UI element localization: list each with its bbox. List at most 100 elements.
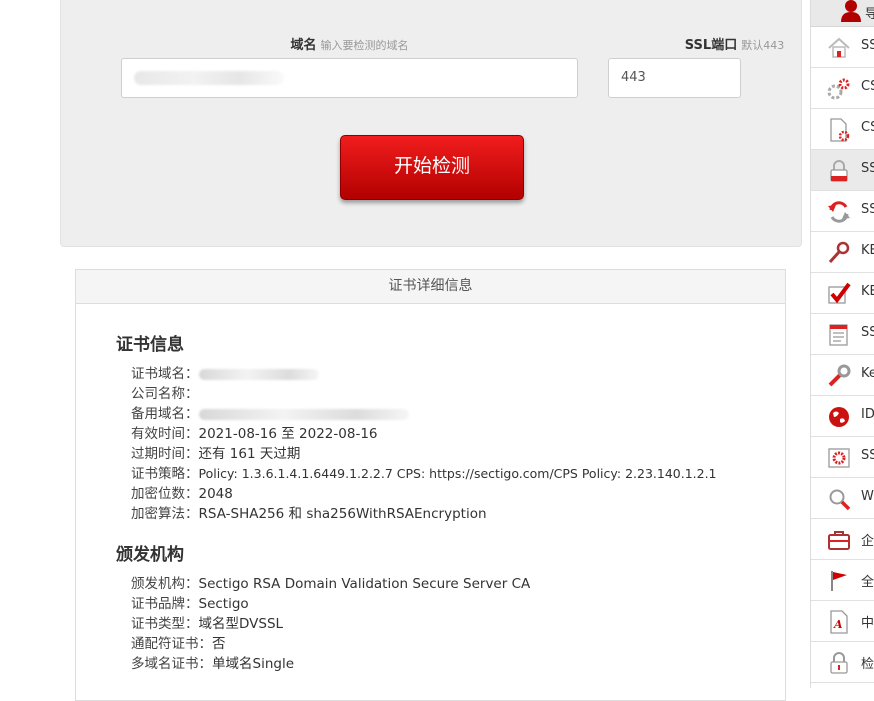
lock-icon: [830, 160, 848, 182]
briefcase-icon: [828, 531, 850, 550]
sidebar-item-3[interactable]: SS: [811, 150, 874, 191]
row-key: 过期时间：: [131, 446, 199, 462]
row-value: 否: [212, 636, 226, 652]
row-key: 证书品牌：: [131, 596, 199, 612]
row-value: 还有 161 天过期: [198, 446, 301, 462]
document-gear-icon: [830, 118, 850, 142]
row-key: 颁发机构：: [131, 576, 199, 592]
cert-row-algorithm: 加密算法：RSA-SHA256 和 sha256WithRSAEncryptio…: [131, 504, 717, 524]
row-value: Sectigo: [198, 596, 249, 612]
sidebar-item-label: SS: [861, 38, 874, 53]
sidebar-item-14[interactable]: A 中: [811, 601, 874, 642]
ssl-check-form: 域名 输入要检测的域名 SSL端口 默认443 443 开始检测: [60, 0, 802, 247]
sidebar-item-label: 全: [861, 575, 874, 590]
domain-input[interactable]: [121, 58, 578, 98]
sidebar-item-15[interactable]: 检: [811, 642, 874, 683]
row-key: 公司名称：: [131, 386, 199, 402]
sidebar-item-12[interactable]: 企: [811, 519, 874, 560]
sidebar-item-label: SS: [861, 202, 874, 217]
font-doc-icon: A: [830, 610, 848, 634]
row-key: 有效时间：: [131, 426, 199, 442]
domain-hint: 输入要检测的域名: [320, 39, 409, 52]
sidebar-item-5[interactable]: KE: [811, 232, 874, 273]
row-key: 加密算法：: [131, 506, 199, 522]
cert-row-company: 公司名称：: [131, 384, 717, 404]
sidebar-item-2[interactable]: CS: [811, 109, 874, 150]
issuer-info-list: 颁发机构：Sectigo RSA Domain Validation Secur…: [131, 574, 530, 674]
sidebar-item-9[interactable]: ID: [811, 396, 874, 437]
port-input[interactable]: 443: [608, 58, 741, 98]
sidebar-item-label: CS: [861, 79, 874, 94]
sidebar-item-1[interactable]: CS: [811, 68, 874, 109]
gears-icon: [827, 78, 850, 100]
domain-label: 域名 输入要检测的域名: [61, 34, 638, 53]
svg-text:A: A: [833, 618, 843, 631]
sidebar-item-label: ID: [861, 407, 874, 422]
cert-row-domain: 证书域名：: [131, 364, 717, 384]
row-value: 2048: [198, 486, 233, 502]
row-key: 通配符证书：: [131, 636, 212, 652]
cert-row-policy: 证书策略：Policy: 1.3.6.1.4.1.6449.1.2.2.7 CP…: [131, 464, 717, 484]
cert-info-list: 证书域名： 公司名称： 备用域名： 有效时间：2021-08-16 至 2022…: [131, 364, 717, 524]
sidebar-item-label: SS: [861, 325, 874, 340]
padlock-icon: [830, 652, 848, 674]
sidebar-item-6[interactable]: KE: [811, 273, 874, 314]
row-key: 备用域名：: [131, 406, 199, 422]
cert-row-key-size: 加密位数：2048: [131, 484, 717, 504]
certificate-list-icon: [829, 324, 848, 346]
sidebar-item-label: SS: [861, 161, 874, 176]
panel-title: 证书详细信息: [76, 270, 785, 304]
sidebar-item-13[interactable]: 全: [811, 560, 874, 601]
home-icon: [828, 37, 850, 58]
issuer-row-type: 证书类型：域名型DVSSL: [131, 614, 530, 634]
sidebar-header-label: 导: [865, 3, 874, 22]
certificate-details-panel: 证书详细信息 证书信息 证书域名： 公司名称： 备用域名： 有效时间：2021-…: [75, 269, 786, 701]
sidebar-item-label: 中: [861, 616, 874, 631]
convert-arrows-icon: [828, 201, 850, 223]
sidebar-item-label: KE: [861, 243, 874, 258]
row-value: Policy: 1.3.6.1.4.1.6449.1.2.2.7 CPS: ht…: [198, 466, 717, 481]
cert-row-validity: 有效时间：2021-08-16 至 2022-08-16: [131, 424, 717, 444]
wrench-icon: [828, 364, 851, 387]
key-icon: [828, 241, 850, 264]
row-key: 多域名证书：: [131, 656, 212, 672]
port-hint: 默认443: [741, 39, 785, 52]
tools-sidebar: 导 SS CS CS SS: [810, 0, 874, 688]
row-key: 加密位数：: [131, 486, 199, 502]
sidebar-item-7[interactable]: SS: [811, 314, 874, 355]
globe-icon: [829, 407, 849, 427]
cert-row-expiry: 过期时间：还有 161 天过期: [131, 444, 717, 464]
sidebar-item-label: 检: [861, 657, 874, 672]
issuer-row-multidomain: 多域名证书：单域名Single: [131, 654, 530, 674]
flag-icon: [831, 571, 847, 591]
row-key: 证书策略：: [131, 466, 199, 482]
sidebar-item-label: Ke: [861, 366, 874, 381]
seal-icon: [828, 448, 850, 468]
sidebar-item-label: KE: [861, 284, 874, 299]
domain-value-redacted: [134, 70, 284, 85]
port-label: SSL端口 默认443: [668, 34, 801, 53]
sidebar-item-label: SS: [861, 448, 874, 463]
row-key: 证书类型：: [131, 616, 199, 632]
magnifier-icon: [829, 489, 851, 511]
row-key: 证书域名：: [131, 366, 199, 382]
domain-label-text: 域名: [290, 38, 317, 53]
sidebar-header[interactable]: 导: [811, 0, 874, 27]
user-icon: [841, 0, 861, 22]
issuer-row-wildcard: 通配符证书：否: [131, 634, 530, 654]
sidebar-item-4[interactable]: SS: [811, 191, 874, 232]
sidebar-item-11[interactable]: W: [811, 478, 874, 519]
cert-section-title: 证书信息: [116, 335, 184, 355]
redacted-value: [198, 368, 319, 380]
issuer-row-brand: 证书品牌：Sectigo: [131, 594, 530, 614]
start-check-button[interactable]: 开始检测: [340, 135, 524, 200]
sidebar-item-label: CS: [861, 120, 874, 135]
cert-row-alt-names: 备用域名：: [131, 404, 717, 424]
issuer-row-ca: 颁发机构：Sectigo RSA Domain Validation Secur…: [131, 574, 530, 594]
row-value: RSA-SHA256 和 sha256WithRSAEncryption: [198, 506, 487, 522]
sidebar-item-10[interactable]: SS: [811, 437, 874, 478]
sidebar-item-8[interactable]: Ke: [811, 355, 874, 396]
sidebar-item-0[interactable]: SS: [811, 27, 874, 68]
sidebar-item-label: 企: [861, 534, 874, 549]
row-value: 单域名Single: [212, 656, 295, 672]
